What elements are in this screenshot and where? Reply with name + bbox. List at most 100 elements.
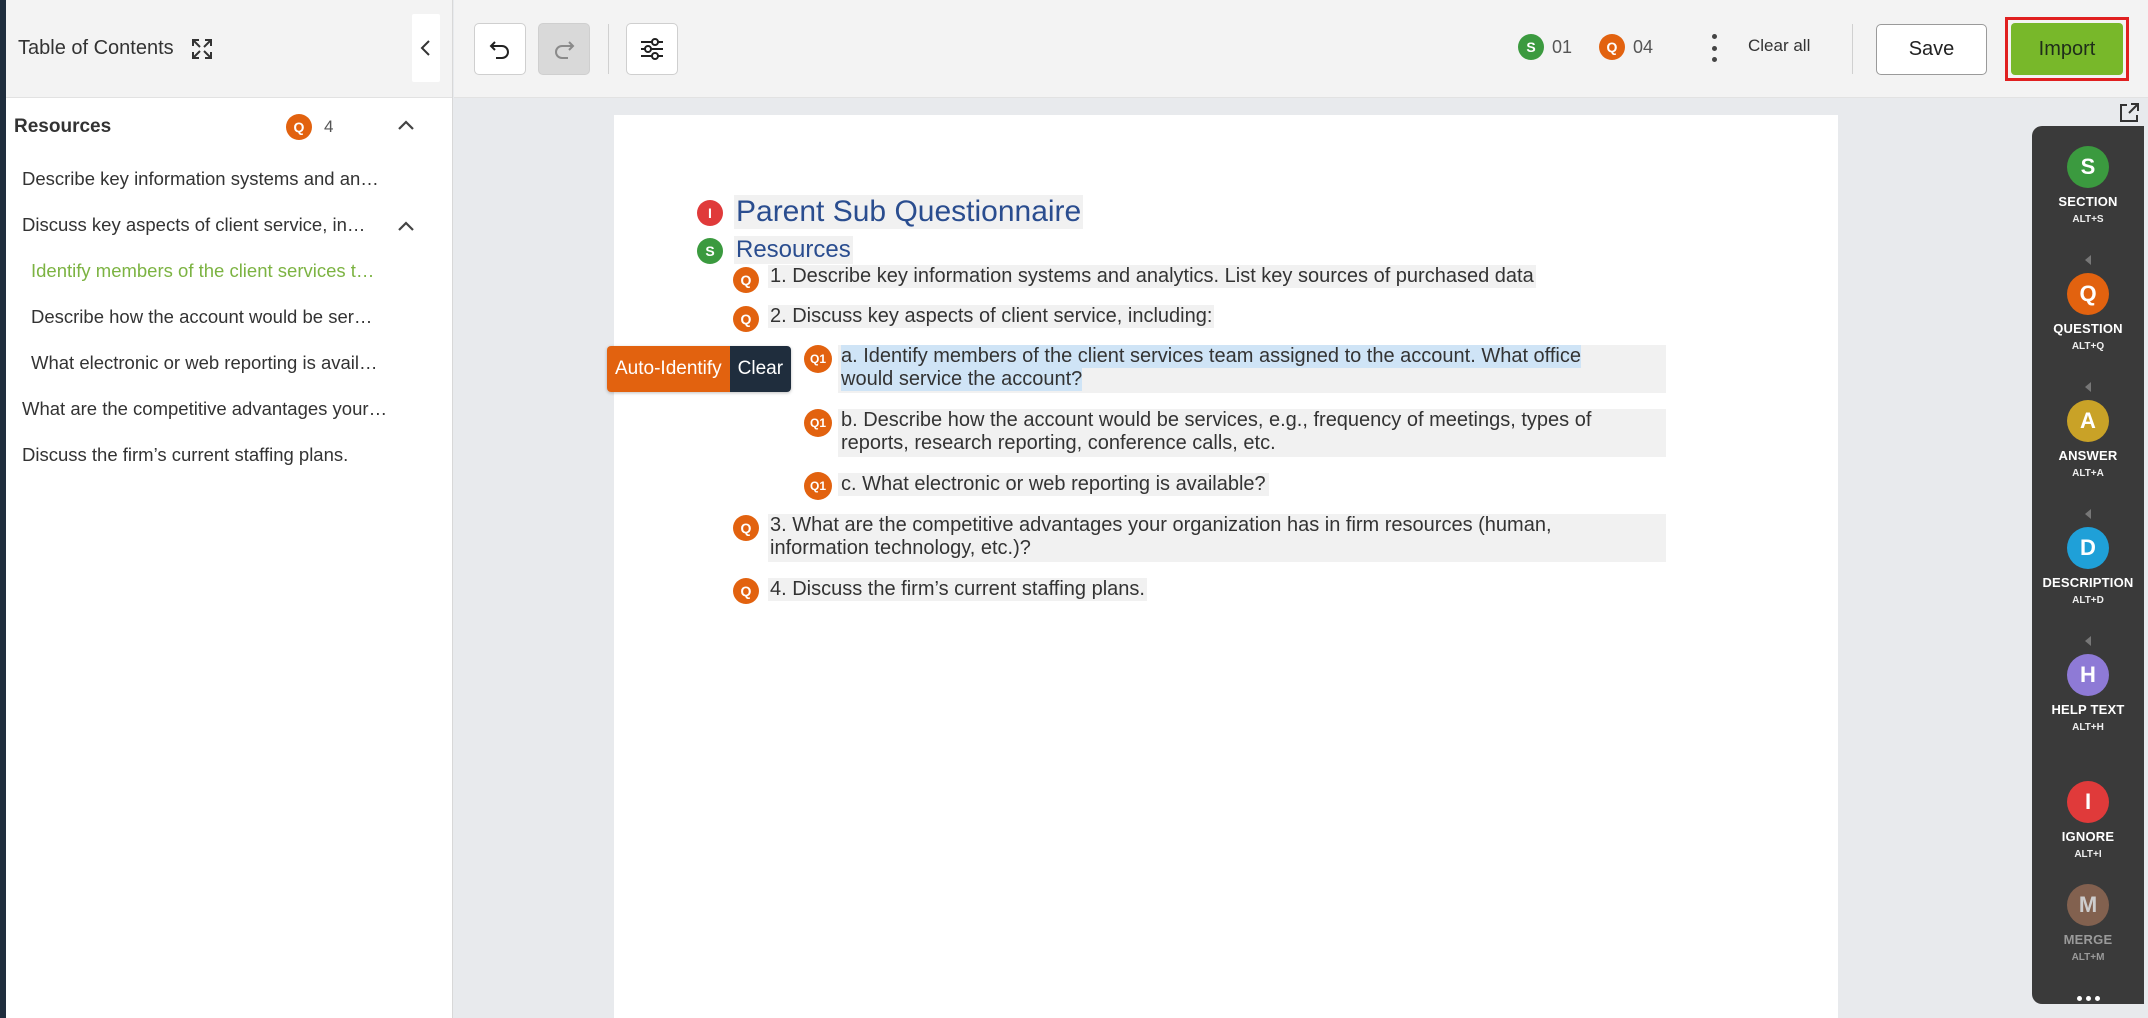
tool-shortcut: ALT+H (2072, 722, 2104, 733)
sliders-icon (641, 38, 663, 60)
expand-icon[interactable] (190, 37, 214, 61)
toc-item-q2b[interactable]: Describe how the account would be servic… (6, 294, 452, 340)
question-badge[interactable]: Q (733, 306, 759, 332)
toc-item-q2c[interactable]: What electronic or web reporting is avai… (6, 340, 452, 386)
toc-item-label: What electronic or web reporting is avai… (31, 352, 381, 373)
caret-left-icon (2085, 509, 2091, 519)
more-options-icon[interactable] (1704, 34, 1724, 62)
question-text: 4. Discuss the firm’s current staffing p… (770, 578, 1145, 600)
sub-question-badge[interactable]: Q1 (804, 409, 832, 437)
toc-item-label: Discuss key aspects of client service, i… (22, 214, 368, 235)
question-text: would service the account? (841, 368, 1083, 391)
sub-question-badge[interactable]: Q1 (804, 472, 832, 500)
toc-sidebar: Table of Contents Resources Q 4 Describe… (6, 0, 453, 1018)
merge-icon: M (2067, 884, 2109, 926)
section-badge[interactable]: S (697, 238, 723, 264)
more-tools-icon[interactable] (2076, 996, 2100, 1001)
toc-item-q1[interactable]: Describe key information systems and ana… (6, 156, 452, 202)
toc-item-label: What are the competitive advantages your… (22, 398, 388, 419)
toc-header: Table of Contents (6, 0, 452, 98)
question-badge[interactable]: Q (733, 578, 759, 604)
redo-icon (555, 41, 575, 59)
tool-label: MERGE (2063, 932, 2113, 947)
doc-section-line[interactable]: Resources (734, 236, 853, 264)
clear-all-button[interactable]: Clear all (1748, 36, 1810, 56)
question-text: b. Describe how the account would be ser… (841, 409, 1592, 431)
tagging-tools-panel: S SECTION ALT+S Q QUESTION ALT+Q A ANSWE… (2032, 126, 2144, 1004)
tool-label: DESCRIPTION (2042, 575, 2134, 590)
question-count-group: Q 04 (1599, 34, 1653, 60)
settings-button[interactable] (626, 23, 678, 75)
question-text: 1. Describe key information systems and … (770, 265, 1534, 287)
save-button[interactable]: Save (1876, 24, 1987, 75)
doc-title-line[interactable]: Parent Sub Questionnaire (734, 195, 1084, 229)
toc-item-q4[interactable]: Discuss the firm’s current staffing plan… (6, 432, 452, 478)
section-count-group: S 01 (1518, 34, 1572, 60)
redo-button[interactable] (538, 23, 590, 75)
question-text: a. Identify members of the client servic… (841, 345, 1581, 368)
caret-left-icon (2085, 382, 2091, 392)
toc-item-label: Discuss the firm’s current staffing plan… (22, 444, 349, 465)
question-badge[interactable]: Q (733, 515, 759, 541)
toc-title: Table of Contents (18, 37, 174, 59)
section-count: 01 (1552, 36, 1573, 57)
toc-item-q2[interactable]: Discuss key aspects of client service, i… (6, 202, 452, 248)
toolbar-divider (608, 24, 609, 74)
question-icon: Q (2067, 273, 2109, 315)
tool-shortcut: ALT+A (2072, 468, 2104, 479)
doc-question-2c[interactable]: c. What electronic or web reporting is a… (838, 473, 1269, 496)
question-badge: Q (286, 114, 312, 140)
tool-shortcut: ALT+S (2072, 214, 2104, 225)
doc-question-1[interactable]: 1. Describe key information systems and … (768, 265, 1536, 288)
tool-help-text[interactable]: H HELP TEXT ALT+H (2032, 654, 2144, 781)
help-text-icon: H (2067, 654, 2109, 696)
question-text: information technology, etc.)? (770, 537, 1031, 559)
clear-selection-button[interactable]: Clear (729, 346, 792, 392)
tool-description[interactable]: D DESCRIPTION ALT+D (2032, 527, 2144, 654)
tool-section[interactable]: S SECTION ALT+S (2032, 146, 2144, 273)
doc-title: Parent Sub Questionnaire (734, 195, 1084, 229)
chevron-up-icon[interactable] (396, 118, 416, 137)
popout-icon[interactable] (2116, 100, 2142, 126)
editor-toolbar: S 01 Q 04 Clear all Save Import (454, 0, 2148, 98)
tool-label: QUESTION (2053, 321, 2123, 336)
question-badge[interactable]: Q (733, 267, 759, 293)
ignore-badge[interactable]: I (697, 200, 723, 226)
import-button[interactable]: Import (2011, 23, 2123, 75)
doc-question-2[interactable]: 2. Discuss key aspects of client service… (768, 305, 1215, 328)
doc-question-2a[interactable]: a. Identify members of the client servic… (838, 345, 1666, 393)
doc-question-4[interactable]: 4. Discuss the firm’s current staffing p… (768, 578, 1147, 601)
toc-item-q2a[interactable]: Identify members of the client services … (6, 248, 452, 294)
chevron-up-icon[interactable] (396, 216, 416, 238)
caret-left-icon (2085, 255, 2091, 265)
undo-button[interactable] (474, 23, 526, 75)
collapse-sidebar-button[interactable] (412, 14, 440, 82)
toolbar-divider (1852, 24, 1853, 74)
tool-label: SECTION (2058, 194, 2118, 209)
section-badge: S (1518, 34, 1544, 60)
tool-merge[interactable]: M MERGE ALT+M (2032, 884, 2144, 994)
question-badge: Q (1599, 34, 1625, 60)
doc-question-3[interactable]: 3. What are the competitive advantages y… (768, 514, 1666, 562)
question-count: 04 (1633, 36, 1654, 57)
tool-ignore[interactable]: I IGNORE ALT+I (2032, 781, 2144, 884)
tool-question[interactable]: Q QUESTION ALT+Q (2032, 273, 2144, 400)
question-count: 4 (324, 117, 334, 136)
doc-section-label: Resources (734, 236, 853, 264)
undo-icon (489, 41, 509, 59)
doc-question-2b[interactable]: b. Describe how the account would be ser… (838, 409, 1666, 457)
tool-label: IGNORE (2061, 829, 2115, 844)
tool-shortcut: ALT+D (2072, 595, 2104, 606)
toc-section-label: Resources (14, 116, 112, 137)
tool-answer[interactable]: A ANSWER ALT+A (2032, 400, 2144, 527)
sub-question-badge[interactable]: Q1 (804, 345, 832, 373)
toc-item-q3[interactable]: What are the competitive advantages your… (6, 386, 452, 432)
auto-identify-button[interactable]: Auto-Identify (607, 346, 730, 392)
section-icon: S (2067, 146, 2109, 188)
tool-label: HELP TEXT (2051, 702, 2125, 717)
answer-icon: A (2067, 400, 2109, 442)
auto-identify-toolbar: Auto-Identify Clear (607, 346, 792, 392)
toc-item-label: Describe key information systems and ana… (22, 168, 388, 189)
toc-item-label: Identify members of the client services … (31, 260, 381, 281)
toc-section-resources[interactable]: Resources Q 4 (6, 98, 452, 156)
